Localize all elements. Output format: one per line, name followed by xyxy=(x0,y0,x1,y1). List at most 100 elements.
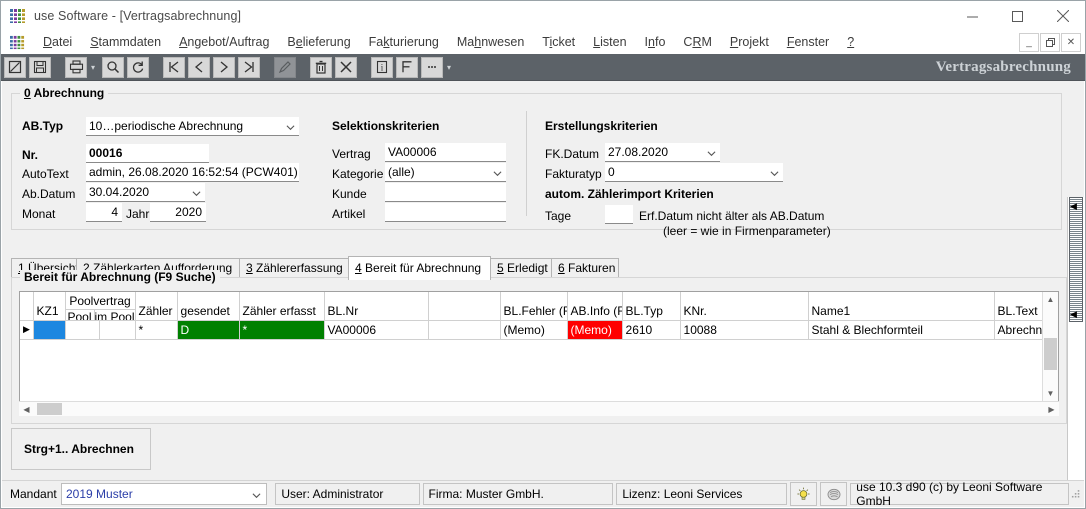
mandant-combo[interactable]: 2019 Muster xyxy=(61,483,268,505)
grid-header-knr[interactable]: KNr. xyxy=(680,292,809,321)
menu-item-info[interactable]: Info xyxy=(636,31,675,54)
menu-item-listen[interactable]: Listen xyxy=(584,31,635,54)
grid-vertical-scrollbar[interactable]: ▲ ▼ xyxy=(1042,292,1058,401)
artikel-input[interactable] xyxy=(385,203,506,222)
toolbar-separator-2 xyxy=(149,67,160,68)
edit-icon[interactable] xyxy=(4,56,26,78)
cell-zaehler-erfasst[interactable]: * xyxy=(239,320,325,340)
vertrag-input[interactable]: VA00006 xyxy=(385,143,506,162)
lightbulb-icon[interactable] xyxy=(789,482,818,506)
brain-icon[interactable] xyxy=(820,482,848,506)
tab-erledigt[interactable]: 5 Erledigt xyxy=(490,258,552,278)
cell-knr[interactable]: 10088 xyxy=(680,320,809,340)
grid-hscroll-thumb[interactable] xyxy=(37,403,62,415)
form-vertical-scrollbar[interactable]: ◀ ◀ xyxy=(1067,197,1084,481)
grid-horizontal-scrollbar[interactable]: ◀ ▶ xyxy=(19,401,1059,416)
save-icon[interactable] xyxy=(29,56,51,78)
minimize-button[interactable] xyxy=(950,1,995,31)
cell-blnr[interactable]: VA00006 xyxy=(324,320,429,340)
tab-zaehlererfassung[interactable]: 3 Zählererfassung xyxy=(239,258,349,278)
cancel-icon[interactable] xyxy=(335,56,357,78)
resize-grip-icon[interactable] xyxy=(1069,488,1081,500)
search-icon[interactable] xyxy=(102,56,124,78)
toolbar-separator-5 xyxy=(357,67,368,68)
grid-table: KZ1 Poolvertrag Pool im Pool Zähler gese… xyxy=(20,292,1058,340)
grid-header-zaehler-erfasst[interactable]: Zähler erfasst xyxy=(239,292,325,321)
cell-im-pool[interactable] xyxy=(99,320,136,340)
delete-icon[interactable] xyxy=(310,56,332,78)
scroll-left-icon[interactable]: ◀ xyxy=(19,402,34,416)
abrechnen-button[interactable]: Strg+1.. Abrechnen xyxy=(11,428,151,470)
tab-bereit-fuer-abrechnung[interactable]: 4 Bereit für Abrechnung xyxy=(348,256,491,280)
tage-hint-2: (leer = wie in Firmenparameter) xyxy=(663,224,831,238)
form-vscroll-thumb[interactable] xyxy=(1069,197,1083,322)
previous-record-icon[interactable] xyxy=(188,56,210,78)
cell-pool[interactable] xyxy=(65,320,100,340)
scroll-right-icon[interactable]: ▶ xyxy=(1044,402,1059,416)
menu-item-help[interactable]: ? xyxy=(838,31,863,54)
monat-input[interactable]: 4 xyxy=(86,203,122,222)
maximize-button[interactable] xyxy=(995,1,1040,31)
toolbar: ▾ i ▾ Vertragsabrechnung xyxy=(1,54,1085,81)
mdi-close-button[interactable]: ✕ xyxy=(1061,33,1081,52)
menu-item-stammdaten[interactable]: Stammdaten xyxy=(81,31,170,54)
mdi-restore-button[interactable] xyxy=(1040,33,1060,52)
menu-item-datei[interactable]: Datei xyxy=(34,31,81,54)
menu-item-mahnwesen[interactable]: Mahnwesen xyxy=(448,31,533,54)
menu-item-fenster[interactable]: Fenster xyxy=(778,31,838,54)
fakturatyp-combo[interactable]: 0 xyxy=(605,163,783,182)
abtyp-combo[interactable]: 10…periodische Abrechnung xyxy=(86,117,299,136)
grid-header-bltyp[interactable]: BL.Typ xyxy=(622,292,681,321)
grid-header-kz1[interactable]: KZ1 xyxy=(33,292,66,321)
more-icon[interactable] xyxy=(421,56,443,78)
data-grid[interactable]: KZ1 Poolvertrag Pool im Pool Zähler gese… xyxy=(19,291,1059,416)
refresh-icon[interactable] xyxy=(127,56,149,78)
cell-gesendet[interactable]: D xyxy=(177,320,240,340)
grid-header-blfehler[interactable]: BL.Fehler (F2) xyxy=(500,292,568,321)
grid-header-poolvertrag[interactable]: Poolvertrag Pool im Pool xyxy=(65,292,136,321)
cell-blfehler[interactable]: (Memo) xyxy=(500,320,568,340)
print-dropdown-icon[interactable]: ▾ xyxy=(87,57,99,78)
menu-item-angebot-auftrag[interactable]: Angebot/Auftrag xyxy=(170,31,278,54)
cell-kz1[interactable] xyxy=(33,320,66,340)
fkdatum-combo[interactable]: 27.08.2020 xyxy=(605,143,720,162)
grid-header-gesendet[interactable]: gesendet xyxy=(177,292,240,321)
first-record-icon[interactable] xyxy=(163,56,185,78)
tab-fakturen[interactable]: 6 Fakturen xyxy=(551,258,619,278)
form-icon[interactable] xyxy=(396,56,418,78)
menu-item-projekt[interactable]: Projekt xyxy=(721,31,778,54)
menu-item-fakturierung[interactable]: Fakturierung xyxy=(360,31,448,54)
cell-bltyp[interactable]: 2610 xyxy=(622,320,681,340)
print-icon[interactable] xyxy=(65,56,87,78)
toolbar-separator-3 xyxy=(260,67,271,68)
autotext-input[interactable]: admin, 26.08.2020 16:52:54 (PCW401) xyxy=(86,163,299,182)
tage-input[interactable] xyxy=(605,205,633,224)
cell-abinfo[interactable]: (Memo) xyxy=(567,320,623,340)
abdatum-combo[interactable]: 30.04.2020 xyxy=(86,183,205,202)
group-divider-1 xyxy=(526,111,527,216)
grid-header-name1[interactable]: Name1 xyxy=(808,292,995,321)
scroll-up-icon[interactable]: ▲ xyxy=(1043,292,1058,307)
chevron-down-icon xyxy=(252,489,261,503)
last-record-icon[interactable] xyxy=(238,56,260,78)
menu-item-crm[interactable]: CRM xyxy=(674,31,720,54)
close-button[interactable] xyxy=(1040,1,1085,31)
table-row[interactable]: ▶ * D * VA00006 (Memo) (Memo) 2610 10088… xyxy=(20,320,1058,340)
nr-input[interactable]: 00016 xyxy=(86,144,209,163)
jahr-input[interactable]: 2020 xyxy=(150,203,206,222)
scroll-down-icon[interactable]: ▼ xyxy=(1043,386,1058,401)
grid-header-blnr[interactable]: BL.Nr xyxy=(324,292,429,321)
menu-item-ticket[interactable]: Ticket xyxy=(533,31,584,54)
next-record-icon[interactable] xyxy=(213,56,235,78)
more-dropdown-icon[interactable]: ▾ xyxy=(443,57,455,78)
info-icon[interactable]: i xyxy=(371,56,393,78)
kunde-input[interactable] xyxy=(385,183,506,202)
cell-name1[interactable]: Stahl & Blechformteil xyxy=(808,320,995,340)
grid-header-zaehler[interactable]: Zähler xyxy=(135,292,178,321)
menu-item-belieferung[interactable]: Belieferung xyxy=(278,31,359,54)
mdi-minimize-button[interactable]: _ xyxy=(1019,33,1039,52)
cell-zaehler[interactable]: * xyxy=(135,320,178,340)
grid-vscroll-thumb[interactable] xyxy=(1044,338,1057,370)
grid-header-abinfo[interactable]: AB.Info (F2) xyxy=(567,292,623,321)
kategorie-combo[interactable]: (alle) xyxy=(385,163,506,182)
